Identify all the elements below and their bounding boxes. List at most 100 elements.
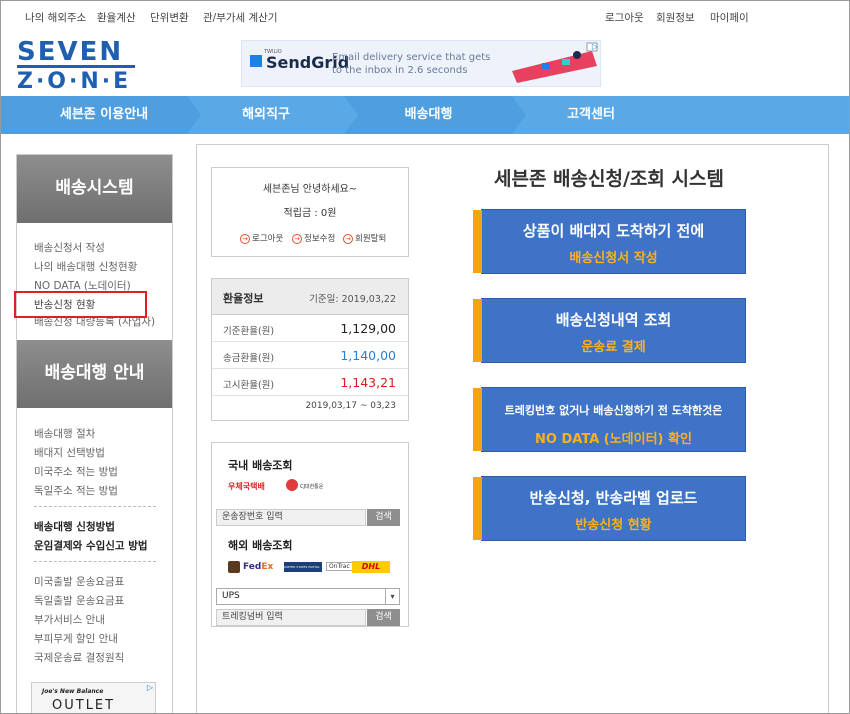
return-line1: 반송신청, 반송라벨 업로드 <box>529 489 698 507</box>
rates-period: 2019,03,17 ~ 03,23 <box>305 401 396 411</box>
cj-logo: CJ대한통운 <box>300 484 324 490</box>
rate-row: 고시환율(원) 1,143,21 <box>212 369 408 396</box>
edit-info-label: 정보수정 <box>304 234 336 244</box>
epost-logo: 우체국택배 <box>228 482 265 491</box>
top-link-logout[interactable]: 로그아웃 <box>605 10 644 25</box>
nav-direct-purchase[interactable]: 해외직구 <box>201 96 331 134</box>
arrow-circle-icon: → <box>240 233 250 244</box>
user-box: 세븐존님 안녕하세요~ 적립금 : 0원 → 로그아웃 → 정보수정 → 회원탈퇴 <box>211 167 409 257</box>
top-link-mypage[interactable]: 마이페이 <box>710 10 749 25</box>
logout-label: 로그아웃 <box>252 234 284 244</box>
intl-tracking-input[interactable]: 트레킹넘버 입력 <box>216 609 366 626</box>
arrow-circle-icon: → <box>343 233 353 244</box>
withdraw-button[interactable]: → 회원탈퇴 <box>343 232 386 244</box>
sidebar-link-de-rates[interactable]: 독일출발 운송요금표 <box>34 593 124 608</box>
intl-search-button[interactable]: 검색 <box>367 609 400 626</box>
edit-info-button[interactable]: → 정보수정 <box>292 232 335 244</box>
chevron-down-icon: ▾ <box>385 589 399 604</box>
accent-tab <box>473 477 482 540</box>
nav-shipping-agent[interactable]: 배송대행 <box>361 96 496 134</box>
rates-title: 환율정보 <box>223 292 264 305</box>
nav-guide[interactable]: 세븐존 이용안내 <box>31 96 177 134</box>
rate-value: 1,143,21 <box>340 375 396 390</box>
sidebar-link-how-apply[interactable]: 배송대행 신청방법 <box>34 519 115 534</box>
view-history-line1: 배송신청내역 조회 <box>555 311 672 329</box>
tracking-box: 국내 배송조회 우체국택배 CJ대한통운 운송장번호 입력 검색 해외 배송조회… <box>211 442 409 627</box>
logo-line2: Z·O·N·E <box>17 69 132 94</box>
domestic-tracking-title: 국내 배송조회 <box>228 459 293 472</box>
sidebar-link-payment[interactable]: 운임결제와 수입신고 방법 <box>34 538 148 553</box>
rate-value: 1,129,00 <box>340 321 396 336</box>
intl-tracking-title: 해외 배송조회 <box>228 539 293 552</box>
sidebar-section2-title: 배송대행 안내 <box>17 340 172 408</box>
sidebar-link-write[interactable]: 배송신청서 작성 <box>34 240 105 255</box>
main-nav: 세븐존 이용안내 해외직구 배송대행 고객센터 <box>1 96 849 134</box>
page-title: 세븐존 배송신청/조회 시스템 <box>494 168 724 190</box>
apply-shipping-button[interactable]: 상품이 배대지 도착하기 전에 배송신청서 작성 <box>473 209 746 274</box>
sidebar-link-choose[interactable]: 배대지 선택방법 <box>34 445 105 460</box>
domestic-tracking-input[interactable]: 운송장번호 입력 <box>216 509 366 526</box>
ad-choices-icon[interactable]: ▷ <box>147 683 153 692</box>
sidebar-link-de-address[interactable]: 독일주소 적는 방법 <box>34 483 118 498</box>
withdraw-label: 회원탈퇴 <box>355 234 387 244</box>
accent-tab <box>473 299 482 362</box>
sidebar-link-us-address[interactable]: 미국주소 적는 방법 <box>34 464 118 479</box>
ad-banner[interactable]: TWILIO SendGrid Email delivery service t… <box>241 40 601 87</box>
return-line2: 반송신청 현황 <box>575 518 652 533</box>
site-logo[interactable]: SEVEN Z·O·N·E <box>17 37 137 93</box>
fedex-logo: FedEx <box>243 562 274 572</box>
logout-button[interactable]: → 로그아웃 <box>240 232 283 244</box>
nodata-line2: NO DATA (노데이터) 확인 <box>535 432 692 447</box>
rate-value: 1,140,00 <box>340 348 396 363</box>
return-button[interactable]: 반송신청, 반송라벨 업로드 반송신청 현황 <box>473 476 746 541</box>
highlight-box <box>14 291 147 318</box>
sendgrid-logo-icon <box>250 55 262 67</box>
ups-logo-icon <box>228 561 240 573</box>
apply-shipping-line2: 배송신청서 작성 <box>569 251 658 266</box>
carrier-select-value: UPS <box>222 591 240 601</box>
top-utility-bar: 나의 해외주소 환율계산 단위변환 관/부가세 계산기 로그아웃 회원정보 마이… <box>1 1 849 31</box>
top-link-tax-calc[interactable]: 관/부가세 계산기 <box>203 10 278 25</box>
domestic-search-button[interactable]: 검색 <box>367 509 400 526</box>
user-points: 적립금 : 0원 <box>283 208 337 219</box>
nav-customer-center[interactable]: 고객센터 <box>526 96 656 134</box>
banner-illustration-icon <box>512 42 598 83</box>
accent-tab <box>473 210 482 273</box>
sidebar-link-us-rates[interactable]: 미국출발 운송요금표 <box>34 574 124 589</box>
dhl-logo: DHL <box>352 561 390 573</box>
sidebar-link-extras[interactable]: 부가서비스 안내 <box>34 612 105 627</box>
sidebar-link-procedure[interactable]: 배송대행 절차 <box>34 426 95 441</box>
rate-label: 송금환율(원) <box>223 353 275 364</box>
top-link-member-info[interactable]: 회원정보 <box>656 10 695 25</box>
accent-tab <box>473 388 482 451</box>
rate-label: 고시환율(원) <box>223 380 275 391</box>
logo-line1: SEVEN <box>17 37 124 67</box>
banner-text: Email delivery service that gets to the … <box>332 52 491 76</box>
sidebar-link-fee-principle[interactable]: 국제운송료 결정원칙 <box>34 650 124 665</box>
sidebar-ad-text1: Joe's New Balance <box>42 688 104 695</box>
view-history-button[interactable]: 배송신청내역 조회 운송료 결제 <box>473 298 746 363</box>
exchange-rates-box: 환율정보 기준일: 2019,03,22 기준환율(원) 1,129,00 송금… <box>211 278 409 421</box>
sidebar-section1-title: 배송시스템 <box>17 155 172 223</box>
arrow-circle-icon: → <box>292 233 302 244</box>
top-link-unit-convert[interactable]: 단위변환 <box>150 10 189 25</box>
view-history-line2: 운송료 결제 <box>581 340 646 355</box>
sidebar-ad-text2: OUTLET <box>52 698 116 713</box>
rate-row: 기준환율(원) 1,129,00 <box>212 315 408 342</box>
nodata-button[interactable]: 트레킹번호 없거나 배송신청하기 전 도착한것은 NO DATA (노데이터) … <box>473 387 746 452</box>
cj-logo-icon <box>286 479 298 491</box>
usps-logo: UNITED STATES POSTAL SERVICE <box>284 562 322 572</box>
apply-shipping-line1: 상품이 배대지 도착하기 전에 <box>522 222 705 240</box>
sidebar-link-status[interactable]: 나의 배송대행 신청현황 <box>34 259 137 274</box>
carrier-select[interactable]: UPS ▾ <box>216 588 400 605</box>
top-link-exchange-calc[interactable]: 환율계산 <box>97 10 136 25</box>
ontrac-logo: OnTrac <box>326 562 353 571</box>
sidebar-ad[interactable]: Joe's New Balance OUTLET ▷ <box>31 682 156 713</box>
rate-label: 기준환율(원) <box>223 326 275 337</box>
rates-base-date: 기준일: 2019,03,22 <box>309 294 396 305</box>
user-greeting: 세븐존님 안녕하세요~ <box>262 184 358 195</box>
rate-row: 송금환율(원) 1,140,00 <box>212 342 408 369</box>
top-link-my-address[interactable]: 나의 해외주소 <box>25 10 86 25</box>
ad-choices-icon[interactable]: ▷ <box>592 42 598 51</box>
sidebar-link-volume-discount[interactable]: 부피무게 할인 안내 <box>34 631 118 646</box>
